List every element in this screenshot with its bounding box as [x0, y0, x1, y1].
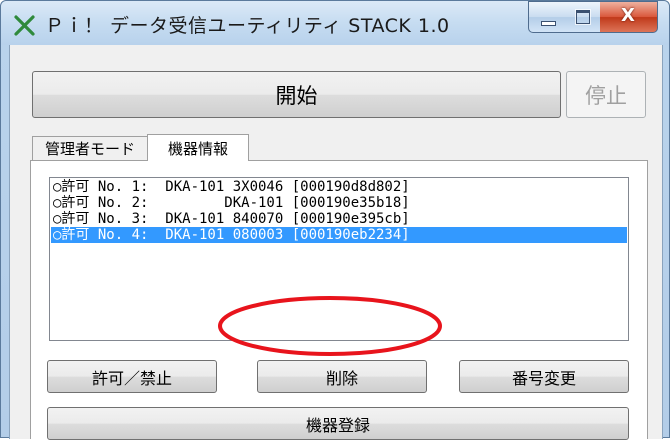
register-device-button[interactable]: 機器登録 — [47, 407, 629, 440]
close-button[interactable]: X — [600, 1, 658, 33]
maximize-icon — [576, 10, 590, 24]
list-item[interactable]: ○許可 No. 2: DKA-101 [000190e35b18] — [51, 195, 627, 211]
list-item-selected[interactable]: ○許可 No. 4: DKA-101 080003 [000190eb2234] — [51, 227, 627, 243]
close-icon: X — [621, 5, 635, 26]
list-item[interactable]: ○許可 No. 1: DKA-101 3X0046 [000190d8d802] — [51, 179, 627, 195]
tab-admin-mode[interactable]: 管理者モード — [32, 136, 147, 160]
delete-button[interactable]: 削除 — [257, 360, 427, 393]
renumber-button[interactable]: 番号変更 — [459, 360, 629, 393]
title-bar[interactable]: Ｐｉ！ データ受信ユーティリティ STACK 1.0 X — [1, 1, 669, 45]
maximize-button[interactable] — [565, 1, 601, 33]
device-listbox[interactable]: ○許可 No. 1: DKA-101 3X0046 [000190d8d802]… — [49, 177, 629, 341]
minimize-icon — [541, 21, 556, 26]
permit-toggle-button[interactable]: 許可／禁止 — [47, 360, 217, 393]
tab-device-info[interactable]: 機器情報 — [147, 134, 249, 161]
client-area: 開始 停止 管理者モード 機器情報 ○許可 No. 1: DKA-101 3X0… — [9, 45, 663, 440]
app-window: Ｐｉ！ データ受信ユーティリティ STACK 1.0 X 開始 停止 管理者モー… — [0, 0, 670, 440]
list-item[interactable]: ○許可 No. 3: DKA-101 840070 [000190e395cb] — [51, 211, 627, 227]
start-button[interactable]: 開始 — [32, 71, 561, 118]
window-title: Ｐｉ！ データ受信ユーティリティ STACK 1.0 — [45, 15, 450, 37]
stop-button[interactable]: 停止 — [566, 71, 646, 118]
app-x-icon — [14, 15, 35, 36]
minimize-button[interactable] — [528, 1, 566, 33]
device-info-panel: ○許可 No. 1: DKA-101 3X0046 [000190d8d802]… — [30, 160, 648, 440]
